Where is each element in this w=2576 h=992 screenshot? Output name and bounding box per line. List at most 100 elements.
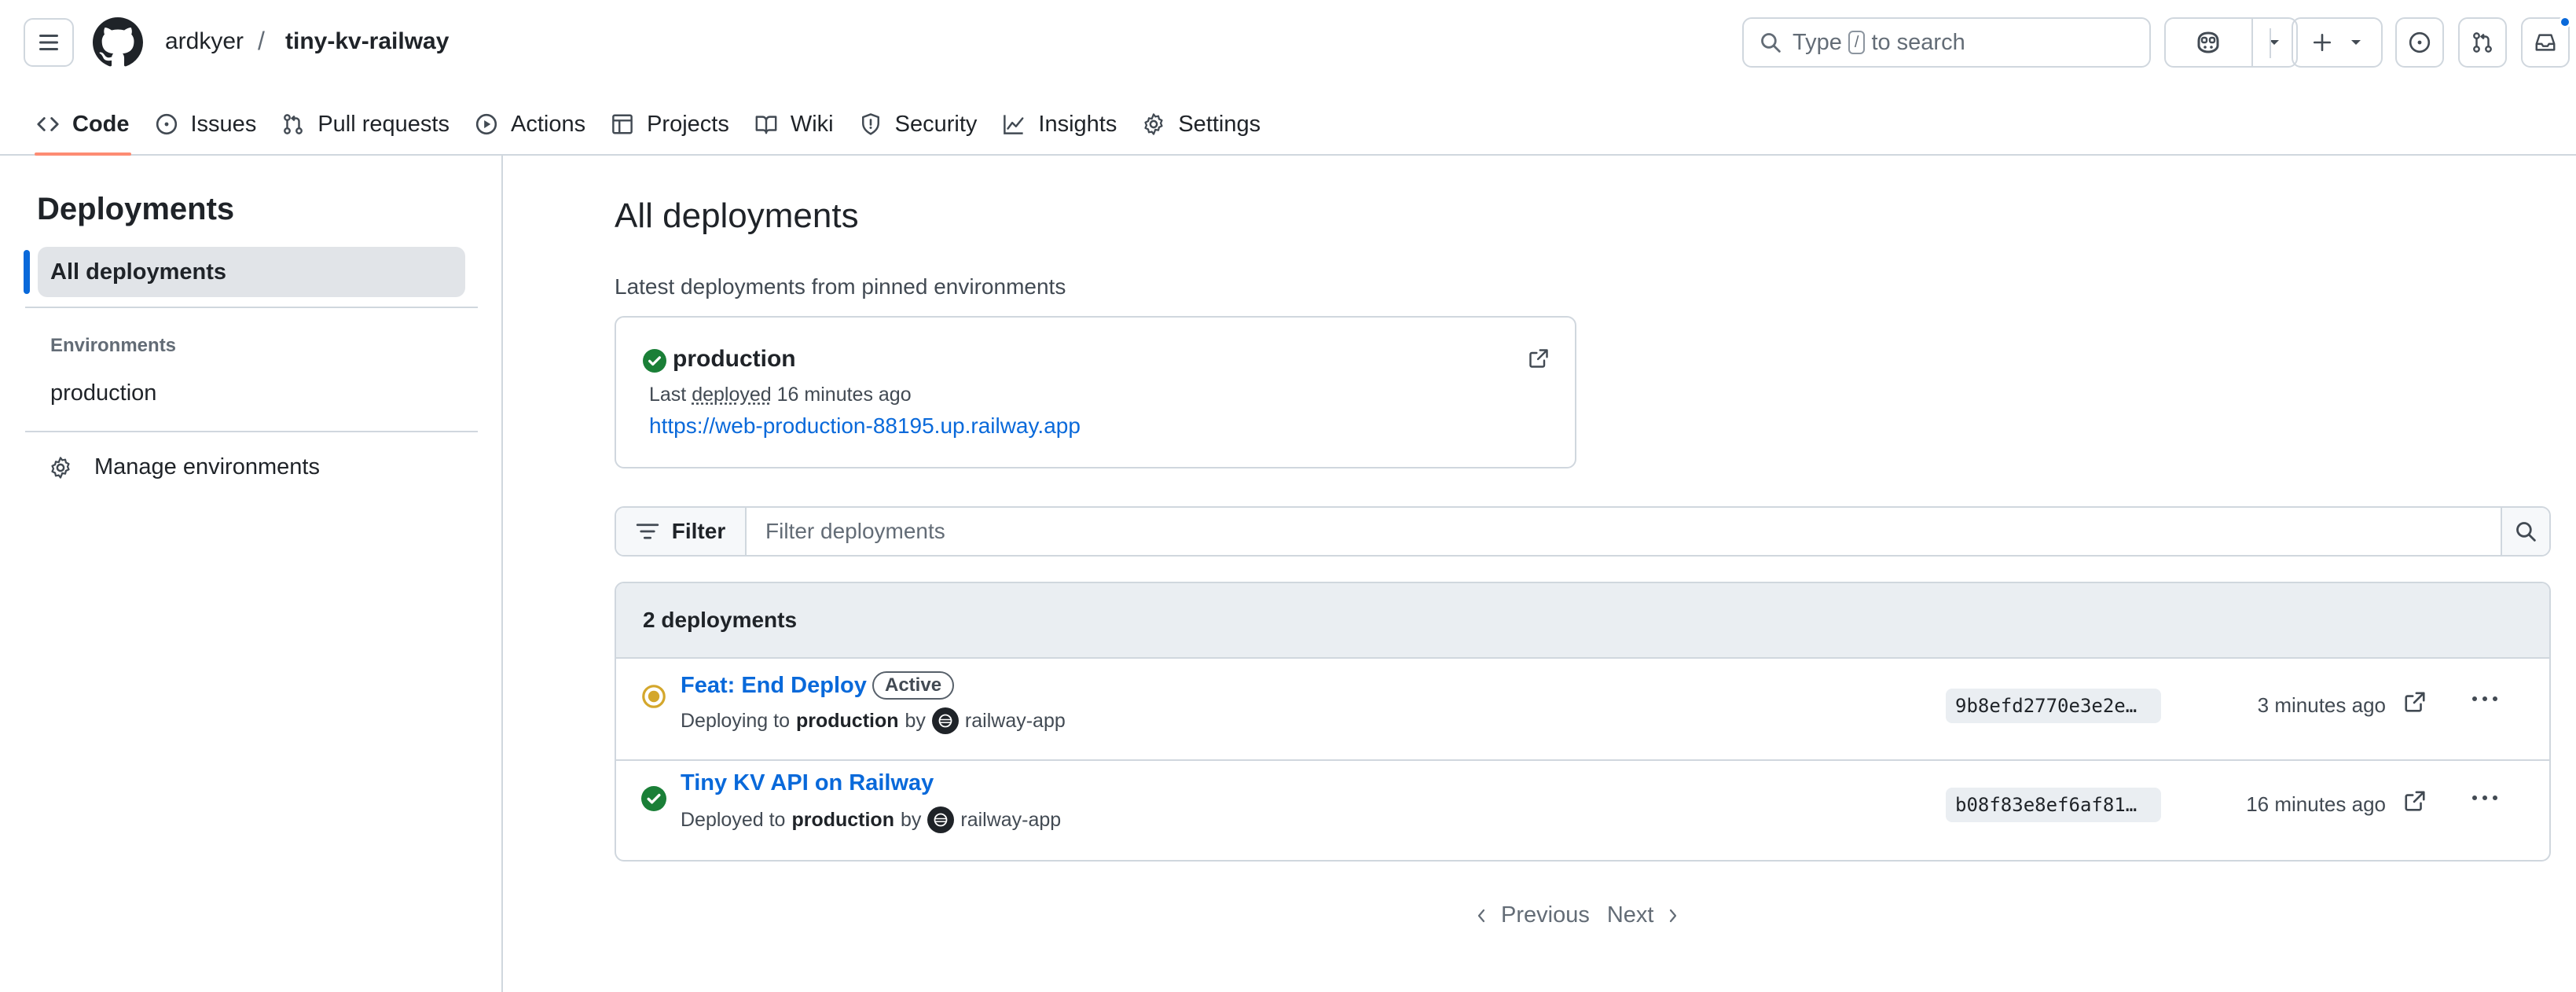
pull-requests-button[interactable] [2458, 17, 2507, 68]
deployment-action: Deployed to [681, 808, 786, 831]
tab-wiki[interactable]: Wiki [742, 93, 846, 156]
issues-button[interactable] [2395, 17, 2444, 68]
copilot-icon [2197, 31, 2219, 53]
last-prefix: Last [649, 384, 687, 406]
tab-label: Settings [1178, 111, 1261, 137]
tab-label: Insights [1038, 111, 1117, 137]
menu-button[interactable] [24, 18, 74, 67]
play-icon [475, 113, 497, 135]
filter-deployments-input[interactable]: Filter deployments [747, 508, 2501, 555]
environments-heading: Environments [50, 335, 177, 356]
deployments-sidebar: Deployments All deployments Environments… [0, 156, 503, 992]
last-deployed-time: 16 minutes ago [776, 384, 912, 406]
inbox-button[interactable] [2521, 16, 2571, 68]
breadcrumb-repo[interactable]: tiny-kv-railway [285, 28, 449, 55]
kebab-horizontal-icon[interactable] [2471, 794, 2499, 802]
filter-icon [636, 524, 659, 539]
graph-icon [1004, 115, 1024, 134]
railway-logo-icon [938, 714, 952, 728]
filter-button[interactable]: Filter [616, 508, 747, 555]
tab-pull-requests[interactable]: Pull requests [269, 93, 462, 156]
sidebar-title: Deployments [37, 192, 235, 226]
deployment-subtitle: Deploying to production by railway-app [681, 707, 1066, 734]
link-external-icon[interactable] [2403, 690, 2427, 714]
active-indicator [24, 250, 30, 294]
hamburger-icon [39, 35, 58, 50]
deployment-environment[interactable]: production [791, 809, 894, 832]
search-icon [2516, 522, 2536, 542]
manage-environments-link[interactable]: Manage environments [49, 454, 320, 480]
commit-sha[interactable]: b08f83e8ef6af81… [1946, 788, 2161, 822]
deployment-environment[interactable]: production [796, 710, 899, 733]
notification-dot [2559, 16, 2571, 28]
issue-icon [156, 113, 177, 135]
list-item: Feat: End Deploy Active Deploying to pro… [616, 659, 2549, 759]
tab-security[interactable]: Security [846, 93, 990, 156]
link-external-icon[interactable] [2403, 789, 2427, 813]
github-logo-icon[interactable] [93, 17, 143, 68]
code-icon [37, 117, 59, 131]
search-suffix: to search [1871, 29, 1965, 55]
tab-label: Issues [190, 111, 257, 137]
environment-name[interactable]: production [673, 346, 796, 373]
tab-projects[interactable]: Projects [598, 93, 742, 156]
sidebar-item-all-deployments[interactable]: All deployments [38, 247, 465, 297]
tab-actions[interactable]: Actions [462, 93, 598, 156]
check-circle-icon [643, 349, 666, 373]
tab-code[interactable]: Code [24, 93, 142, 156]
copilot-button[interactable] [2166, 19, 2253, 66]
kebab-horizontal-icon[interactable] [2471, 695, 2499, 703]
filter-bar: Filter Filter deployments [615, 506, 2551, 557]
book-icon [755, 116, 777, 134]
gear-icon [51, 456, 70, 479]
top-bar: ardkyer / tiny-kv-railway Type / to sear… [0, 0, 2576, 86]
manage-environments-label: Manage environments [94, 454, 320, 479]
tab-insights[interactable]: Insights [989, 93, 1129, 156]
plus-icon [2313, 33, 2332, 52]
railway-logo-icon [934, 813, 948, 827]
page-title: All deployments [615, 197, 859, 235]
deployment-actor[interactable]: railway-app [965, 710, 1066, 733]
repo-nav: Code Issues Pull requests Actions Projects Wi… [24, 93, 1273, 156]
previous-page-button[interactable]: Previous [1476, 902, 1590, 928]
sidebar-divider [25, 431, 478, 432]
breadcrumb-owner[interactable]: ardkyer [165, 28, 244, 55]
deployment-action: Deploying to [681, 709, 790, 732]
next-page-button[interactable]: Next [1607, 902, 1679, 928]
tab-issues[interactable]: Issues [142, 93, 270, 156]
filter-search-button[interactable] [2501, 508, 2549, 555]
status-badge: Active [872, 671, 955, 700]
pull-request-icon [284, 114, 303, 134]
deployed-link[interactable]: deployed [692, 384, 771, 406]
next-label: Next [1606, 902, 1654, 928]
check-circle-icon [641, 786, 666, 811]
header-divider [2270, 28, 2271, 58]
tab-label: Projects [647, 111, 729, 137]
chevron-right-icon [1670, 909, 1677, 922]
environment-url-link[interactable]: https://web-production-88195.up.railway.… [649, 413, 1081, 439]
deployment-actor[interactable]: railway-app [960, 809, 1061, 832]
pagination: Previous Next [1476, 902, 1679, 928]
previous-label: Previous [1501, 902, 1590, 928]
sidebar-item-production[interactable]: production [50, 380, 156, 406]
search-icon [1761, 33, 1781, 53]
commit-sha[interactable]: 9b8efd2770e3e2e… [1946, 689, 2161, 723]
pull-request-icon [2473, 32, 2492, 53]
table-icon [612, 114, 633, 134]
deployment-by: by [900, 808, 922, 831]
avatar [931, 707, 959, 734]
search-shortcut-key: / [1848, 31, 1866, 54]
tab-label: Pull requests [317, 111, 450, 137]
link-external-icon[interactable] [1528, 347, 1550, 369]
triangle-down-icon [2351, 40, 2361, 45]
deployment-title[interactable]: Tiny KV API on Railway [681, 770, 934, 796]
tab-settings[interactable]: Settings [1129, 93, 1273, 156]
breadcrumb-separator: / [258, 27, 265, 55]
deployment-time: 16 minutes ago [2246, 792, 2386, 816]
create-new-button[interactable] [2292, 17, 2383, 68]
pinned-environment-card: production Last deployed 16 minutes ago … [615, 316, 1576, 468]
deployments-count: 2 deployments [616, 583, 2549, 659]
copilot-dropdown-button[interactable] [2253, 19, 2296, 66]
global-search-input[interactable]: Type / to search [1742, 17, 2151, 68]
deployment-title[interactable]: Feat: End Deploy [681, 673, 867, 699]
